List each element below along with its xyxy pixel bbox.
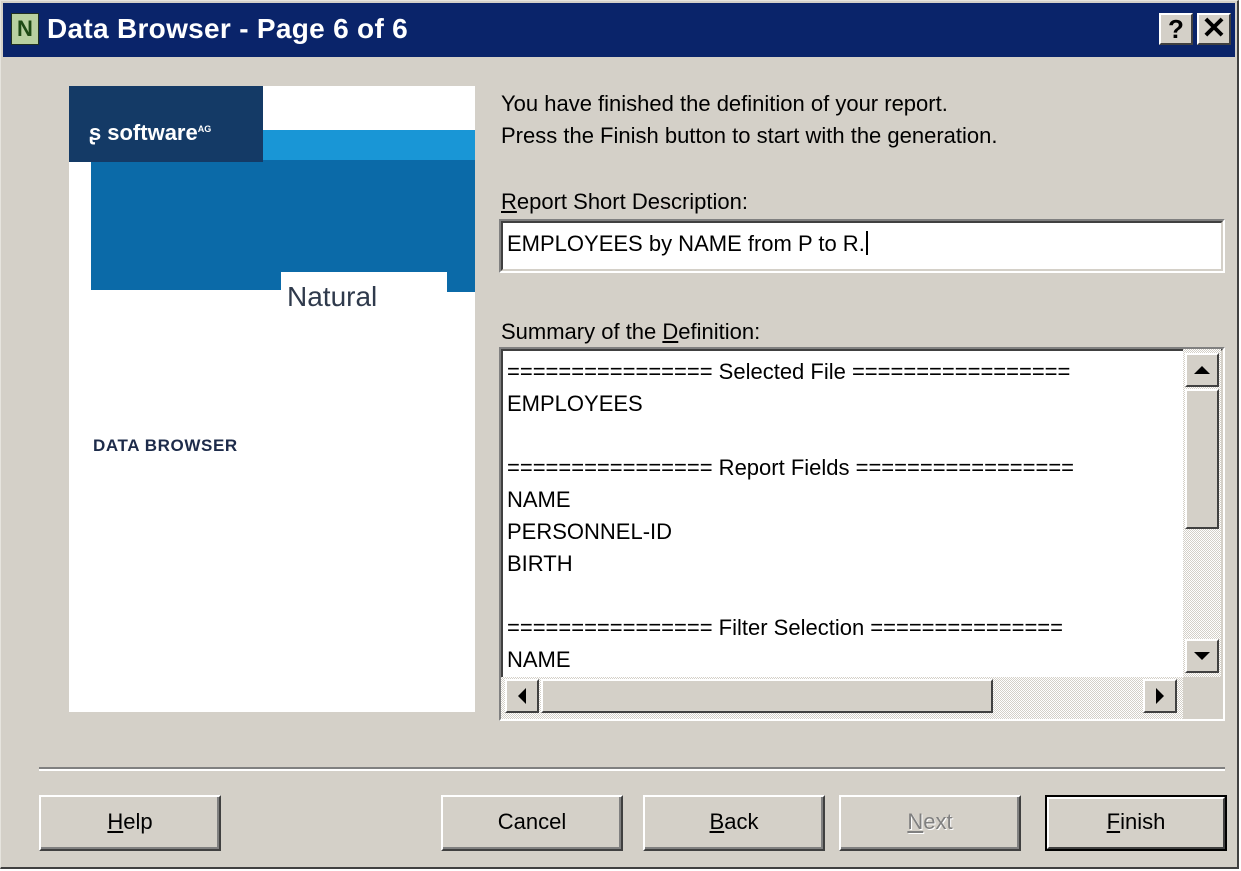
summary-line: ================ Selected File =========… [507,359,1071,384]
back-button[interactable]: Back [643,795,825,851]
arrow-left-icon [518,688,526,704]
data-browser-dialog: N Data Browser - Page 6 of 6 ? ✕ ʂ softwa… [0,0,1239,869]
context-help-button[interactable]: ? [1159,13,1193,45]
help-button-label: Help [107,809,153,834]
summary-line [507,583,1179,615]
close-button[interactable]: ✕ [1197,13,1231,45]
summary-line: EMPLOYEES [507,391,643,416]
report-description-value[interactable]: EMPLOYEES by NAME from P to R. [507,231,868,257]
separator-line [39,767,1225,771]
summary-line: ================ Report Fields =========… [507,455,1075,480]
cancel-button[interactable]: Cancel [441,795,623,851]
mnemonic: D [662,319,679,344]
next-button: Next [839,795,1021,851]
wizard-banner-image: ʂ softwareAG Natural DATA BROWSER [39,86,475,712]
report-description-label: Report Short Description: [501,189,748,214]
intro-text-line-2: Press the Finish button to start with th… [501,123,998,148]
back-button-label: Back [709,809,759,834]
window-title: Data Browser - Page 6 of 6 [47,13,409,44]
intro-text-line-1: You have finished the definition of your… [501,91,948,116]
software-ag-logo-suffix: AG [197,124,212,134]
scrollbar-corner [1183,677,1223,719]
arrow-down-icon [1194,652,1210,660]
summary-textarea[interactable]: ================ Selected File =========… [499,347,1225,721]
software-ag-logo: ʂ softwareAG [89,120,211,146]
software-ag-logo-text: software [107,120,198,145]
summary-line: ================ Filter Selection ======… [507,615,1064,640]
summary-line: PERSONNEL-ID [507,519,673,544]
arrow-up-icon [1194,366,1210,374]
software-ag-logo-icon: ʂ [89,120,102,145]
title-bar[interactable]: N Data Browser - Page 6 of 6 ? ✕ [3,3,1235,57]
summary-label: Summary of the Definition: [501,319,761,344]
cancel-button-label: Cancel [497,809,567,834]
horizontal-scroll-thumb[interactable] [541,679,993,713]
close-icon: ✕ [1201,12,1227,45]
arrow-right-icon [1156,688,1164,704]
product-name: Natural [287,281,378,312]
help-button[interactable]: Help [39,795,221,851]
scroll-up-button[interactable] [1185,353,1219,387]
summary-line [507,423,1179,455]
mnemonic: R [501,189,517,214]
report-description-input[interactable]: EMPLOYEES by NAME from P to R. [499,219,1225,273]
next-button-label: Next [907,809,953,834]
finish-button[interactable]: Finish [1045,795,1227,851]
vertical-scroll-thumb[interactable] [1185,389,1219,529]
question-mark-icon: ? [1168,14,1184,44]
scroll-right-button[interactable] [1143,679,1177,713]
summary-line: NAME [507,487,571,512]
module-name: DATA BROWSER [93,436,238,455]
summary-line: NAME [507,647,571,672]
finish-button-label: Finish [1106,809,1166,834]
scroll-left-button[interactable] [505,679,539,713]
natural-app-icon: N [11,13,39,45]
summary-text: ================ Selected File =========… [507,359,1179,679]
scroll-down-button[interactable] [1185,639,1219,673]
summary-line: BIRTH [507,551,573,576]
